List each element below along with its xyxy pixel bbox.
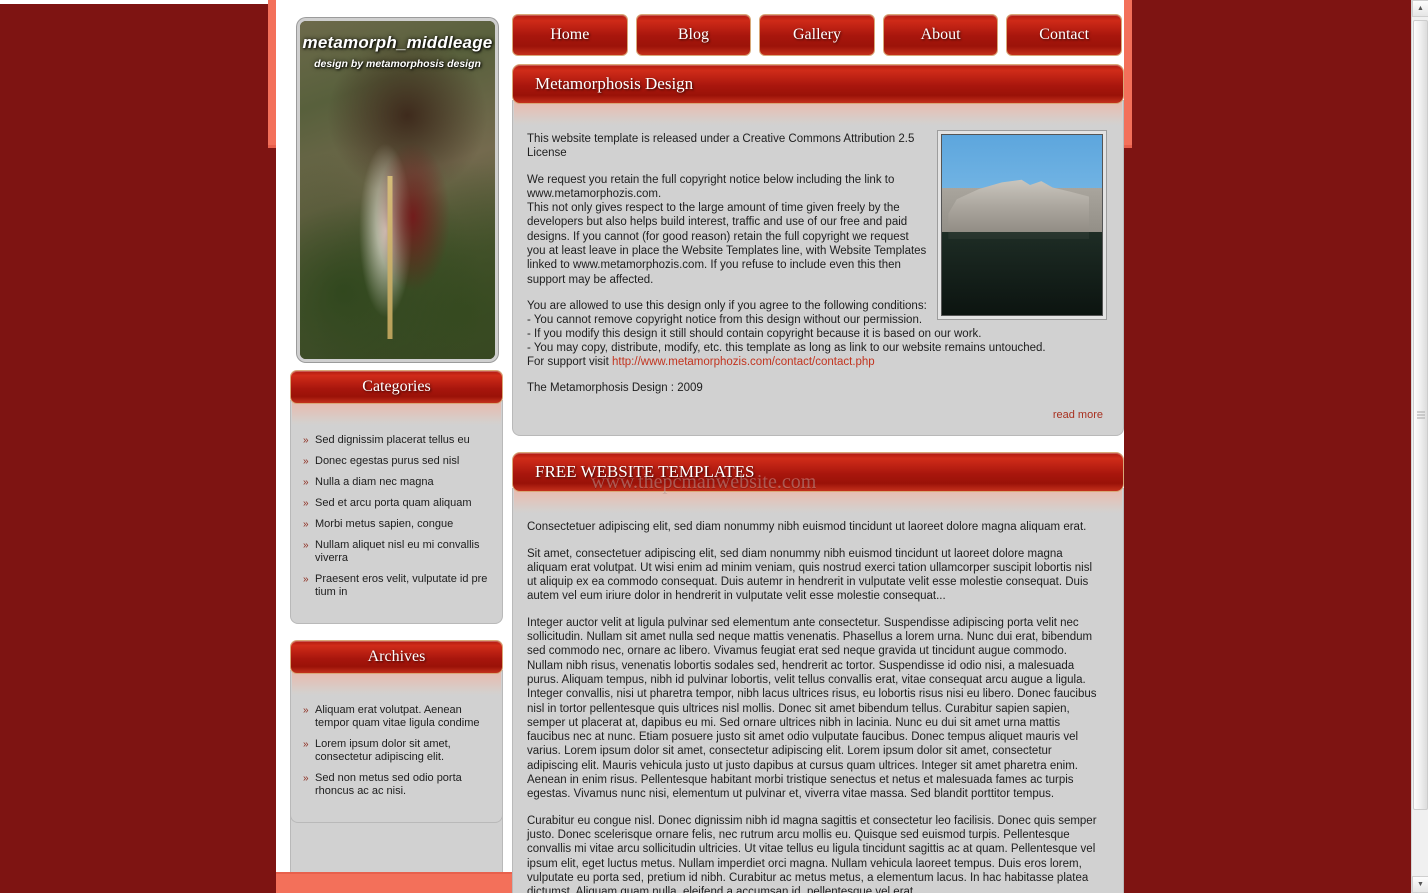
list-item[interactable]: » Sed non metus sed odio porta rhoncus ac… [303, 772, 490, 798]
sidebar-panel-archives: Archives » Aliquam erat volutpat. Aenean … [290, 640, 503, 893]
bullet-icon: » [303, 739, 309, 750]
list-item-label: Sed et arcu porta quam aliquam [315, 497, 472, 509]
sidebar-panel-categories: Categories » Sed dignissim placerat tellu… [290, 370, 503, 624]
content-block-templates: FREE WEBSITE TEMPLATES www.thepcmanwebsi… [512, 452, 1124, 893]
support-prefix: For support visit [527, 355, 612, 368]
scrollbar-thumb[interactable] [1413, 20, 1428, 810]
about-p2-line1: We request you retain the full copyright… [527, 173, 895, 200]
about-body: This website template is released under … [512, 100, 1124, 437]
site-logo-box: metamorph_middleage design by metamorpho… [297, 18, 498, 362]
condition-1: - You cannot remove copyright notice fro… [527, 313, 923, 326]
templates-paragraph-1: Consectetuer adipiscing elit, sed diam n… [527, 521, 1087, 534]
nav-item-about[interactable]: About [882, 14, 999, 56]
bullet-icon: » [303, 574, 309, 585]
list-item-label: Nulla a diam nec magna [315, 476, 434, 488]
list-item-label: Morbi metus sapien, congue [315, 518, 454, 530]
content-block-about: Metamorphosis Design This website templa… [512, 64, 1124, 437]
scroll-up-arrow-icon[interactable]: ▲ [1412, 0, 1428, 17]
scroll-down-arrow-icon[interactable]: ▼ [1412, 876, 1428, 893]
scrollbar-grip-icon [1417, 411, 1425, 419]
categories-heading: Categories [290, 370, 503, 404]
templates-paragraph-4: Curabitur eu congue nisl. Donec dignissi… [527, 814, 1097, 893]
nav-item-home[interactable]: Home [512, 14, 628, 56]
support-link[interactable]: http://www.metamorphozis.com/contact/con… [612, 356, 875, 368]
bullet-icon: » [303, 435, 309, 446]
list-item-label: Aliquam erat volutpat. Aenean tempor qua… [315, 704, 480, 729]
condition-3: - You may copy, distribute, modify, etc.… [527, 341, 1046, 354]
list-item[interactable]: » Sed et arcu porta quam aliquam [303, 497, 490, 510]
nav-item-contact[interactable]: Contact [1006, 14, 1122, 56]
bullet-icon: » [303, 477, 309, 488]
list-item[interactable]: » Nullam aliquet nisl eu mi convallis viv… [303, 539, 490, 565]
sidebar: Categories » Sed dignissim placerat tellu… [290, 370, 503, 893]
list-item[interactable]: » Morbi metus sapien, congue [303, 518, 490, 531]
templates-heading-label: FREE WEBSITE TEMPLATES [535, 462, 755, 482]
vertical-scrollbar[interactable]: ▲ ▼ [1411, 0, 1428, 893]
archives-body: » Aliquam erat volutpat. Aenean tempor qu… [290, 670, 503, 823]
list-item-label: Praesent eros velit, vulputate id pre ti… [315, 573, 488, 598]
list-item[interactable]: » Aliquam erat volutpat. Aenean tempor qu… [303, 704, 490, 730]
templates-paragraph-2: Sit amet, consectetuer adipiscing elit, … [527, 547, 1093, 603]
categories-heading-label: Categories [362, 378, 431, 395]
about-copyright: The Metamorphosis Design : 2009 [527, 381, 703, 394]
conditions-intro: You are allowed to use this design only … [527, 299, 927, 312]
nav-item-blog[interactable]: Blog [635, 14, 752, 56]
list-item[interactable]: » Sed dignissim placerat tellus eu [303, 434, 490, 447]
about-p2-line2: This not only gives respect to the large… [527, 202, 927, 286]
bullet-icon: » [303, 773, 309, 784]
about-heading-label: Metamorphosis Design [535, 74, 694, 93]
archives-heading-label: Archives [367, 648, 426, 665]
archives-list: » Aliquam erat volutpat. Aenean tempor qu… [303, 704, 490, 798]
main-content: Metamorphosis Design This website templa… [512, 64, 1124, 893]
list-item[interactable]: » Praesent eros velit, vulputate id pre t… [303, 573, 490, 599]
bullet-icon: » [303, 498, 309, 509]
categories-body: » Sed dignissim placerat tellus eu » Donec… [290, 400, 503, 624]
castle-photo [941, 134, 1103, 316]
list-item[interactable]: » Lorem ipsum dolor sit amet, consectetur… [303, 738, 490, 764]
bullet-icon: » [303, 705, 309, 716]
condition-2: - If you modify this design it still sho… [527, 327, 982, 340]
read-more-link-about[interactable]: read more [527, 407, 1103, 421]
top-white-strip [0, 0, 268, 4]
site-subtitle: design by metamorphosis design [314, 58, 481, 70]
archives-heading: Archives [290, 640, 503, 674]
browser-viewport: metamorph_middleage design by metamorpho… [0, 0, 1428, 893]
bullet-icon: » [303, 540, 309, 551]
list-item-label: Lorem ipsum dolor sit amet, consectetur … [315, 738, 451, 763]
bullet-icon: » [303, 519, 309, 530]
templates-body: Consectetuer adipiscing elit, sed diam n… [512, 488, 1124, 893]
categories-list: » Sed dignissim placerat tellus eu » Donec… [303, 434, 490, 599]
right-margin-background [1390, 0, 1411, 893]
about-heading: Metamorphosis Design [512, 64, 1124, 104]
header-photo-knight-and-lady [300, 21, 495, 359]
list-item[interactable]: » Donec egestas purus sed nisl [303, 455, 490, 468]
list-item-label: Sed non metus sed odio porta rhoncus ac … [315, 772, 462, 797]
list-item-label: Nullam aliquet nisl eu mi convallis vive… [315, 539, 480, 564]
list-item-label: Donec egestas purus sed nisl [315, 455, 460, 467]
list-item[interactable]: » Nulla a diam nec magna [303, 476, 490, 489]
main-navigation: Home Blog Gallery About Contact [512, 14, 1122, 56]
templates-paragraph-3: Integer auctor velit at ligula pulvinar … [527, 616, 1097, 801]
bullet-icon: » [303, 456, 309, 467]
list-item-label: Sed dignissim placerat tellus eu [315, 434, 470, 446]
templates-heading: FREE WEBSITE TEMPLATES www.thepcmanwebsi… [512, 452, 1124, 493]
nav-item-gallery[interactable]: Gallery [759, 14, 875, 56]
site-title: metamorph_middleage [302, 33, 493, 52]
